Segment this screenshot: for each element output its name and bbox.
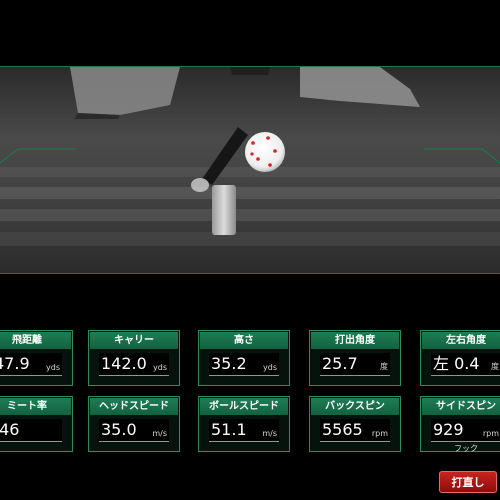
- swing-camera-view: [0, 66, 500, 274]
- metric-height: 高さ 35.2 yds: [198, 330, 290, 386]
- metric-side-spin: サイドスピン 929 rpm フック: [420, 396, 500, 453]
- metric-unit: 度: [380, 362, 388, 371]
- golf-ball: [245, 132, 285, 172]
- metric-label: 左右角度: [422, 332, 500, 349]
- metric-back-spin: バックスピン 5565 rpm: [309, 396, 401, 452]
- metric-unit: 度: [491, 362, 499, 371]
- metric-label: 高さ: [200, 332, 288, 349]
- metric-value: 左 0.4: [433, 354, 480, 373]
- metric-value: 47.9: [0, 354, 30, 373]
- metric-unit: m/s: [152, 429, 167, 438]
- metric-ball-speed: ボールスピード 51.1 m/s: [198, 396, 290, 452]
- metric-value: 35.0: [101, 420, 137, 439]
- metric-label: ヘッドスピード: [90, 398, 178, 415]
- metric-value: .46: [0, 420, 20, 439]
- metric-value: 929: [433, 420, 464, 439]
- metric-label: バックスピン: [311, 398, 399, 415]
- metric-value: 35.2: [211, 354, 247, 373]
- metric-smash-factor: ミート率 .46: [0, 396, 73, 452]
- metric-value: 25.7: [322, 354, 358, 373]
- metric-unit: m/s: [262, 429, 277, 438]
- metric-label: 打出角度: [311, 332, 399, 349]
- metric-label: 飛距離: [0, 332, 71, 349]
- metric-side-angle: 左右角度 左 0.4 度: [420, 330, 500, 386]
- metric-launch-angle: 打出角度 25.7 度: [309, 330, 401, 386]
- metric-value: 142.0: [101, 354, 147, 373]
- metric-label: ミート率: [0, 398, 71, 415]
- metric-sub-label: フック: [454, 444, 478, 453]
- metric-total-distance: 飛距離 47.9 yds: [0, 330, 73, 386]
- metric-unit: rpm: [482, 429, 499, 438]
- metric-unit: yds: [153, 363, 167, 372]
- metric-label: キャリー: [90, 332, 178, 349]
- tee-stand: [212, 185, 236, 235]
- metric-unit: rpm: [371, 429, 388, 438]
- metric-unit: yds: [263, 363, 277, 372]
- metric-head-speed: ヘッドスピード 35.0 m/s: [88, 396, 180, 452]
- metric-carry: キャリー 142.0 yds: [88, 330, 180, 386]
- metric-unit: yds: [46, 363, 60, 372]
- metric-label: ボールスピード: [200, 398, 288, 415]
- metric-label: サイドスピン: [422, 398, 500, 415]
- redo-shot-button[interactable]: 打直し: [439, 471, 497, 493]
- metric-value: 5565: [322, 420, 363, 439]
- camera-image: [0, 67, 500, 273]
- metric-value: 51.1: [211, 420, 247, 439]
